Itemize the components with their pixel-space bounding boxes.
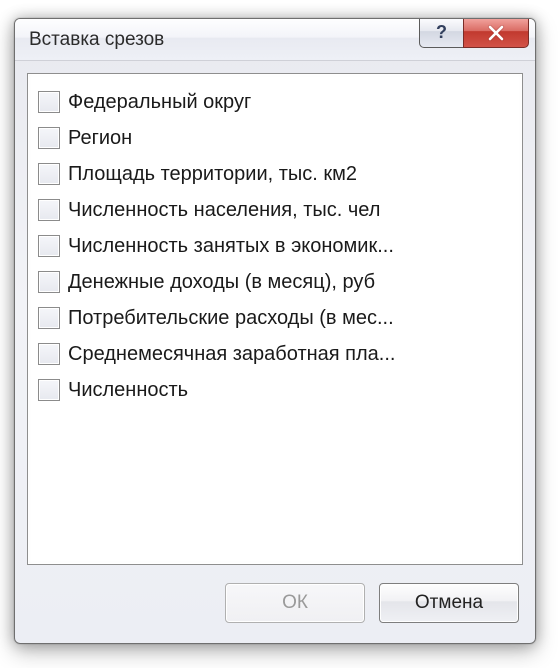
button-row: ОК Отмена <box>27 577 523 629</box>
list-item[interactable]: Среднемесячная заработная пла... <box>38 336 514 372</box>
list-item[interactable]: Регион <box>38 120 514 156</box>
checkbox[interactable] <box>38 307 60 329</box>
checkbox[interactable] <box>38 343 60 365</box>
list-item-label: Федеральный округ <box>68 91 251 114</box>
titlebar[interactable]: Вставка срезов ? <box>15 19 535 61</box>
list-item-label: Среднемесячная заработная пла... <box>68 343 395 366</box>
checkbox[interactable] <box>38 163 60 185</box>
checkbox[interactable] <box>38 91 60 113</box>
list-item[interactable]: Численность населения, тыс. чел <box>38 192 514 228</box>
list-item-label: Потребительские расходы (в мес... <box>68 307 394 330</box>
help-button[interactable]: ? <box>419 18 463 48</box>
close-button[interactable] <box>463 18 529 48</box>
list-item-label: Численность населения, тыс. чел <box>68 199 380 222</box>
list-item-label: Численность занятых в экономик... <box>68 235 394 258</box>
ok-button[interactable]: ОК <box>225 583 365 623</box>
checkbox[interactable] <box>38 379 60 401</box>
list-item-label: Численность <box>68 379 188 402</box>
checkbox[interactable] <box>38 235 60 257</box>
checkbox[interactable] <box>38 199 60 221</box>
dialog-window: Вставка срезов ? <box>14 18 536 644</box>
dialog-shadow: Вставка срезов ? <box>14 18 536 644</box>
list-item-label: Денежные доходы (в месяц), руб <box>68 271 375 294</box>
cancel-button[interactable]: Отмена <box>379 583 519 623</box>
list-item[interactable]: Потребительские расходы (в мес... <box>38 300 514 336</box>
help-icon: ? <box>436 22 447 43</box>
title-controls: ? <box>419 18 529 48</box>
list-item[interactable]: Численность занятых в экономик... <box>38 228 514 264</box>
close-icon <box>486 25 506 41</box>
list-item[interactable]: Площадь территории, тыс. км2 <box>38 156 514 192</box>
list-item[interactable]: Численность <box>38 372 514 408</box>
list-item-label: Регион <box>68 127 132 150</box>
list-item-label: Площадь территории, тыс. км2 <box>68 163 357 186</box>
slicer-field-list: Федеральный округ Регион Площадь террито… <box>27 73 523 565</box>
list-item[interactable]: Денежные доходы (в месяц), руб <box>38 264 514 300</box>
checkbox[interactable] <box>38 271 60 293</box>
list-item[interactable]: Федеральный округ <box>38 84 514 120</box>
page-background: Вставка срезов ? <box>0 0 558 668</box>
checkbox[interactable] <box>38 127 60 149</box>
dialog-title: Вставка срезов <box>29 29 164 51</box>
client-area: Федеральный округ Регион Площадь террито… <box>27 73 523 629</box>
